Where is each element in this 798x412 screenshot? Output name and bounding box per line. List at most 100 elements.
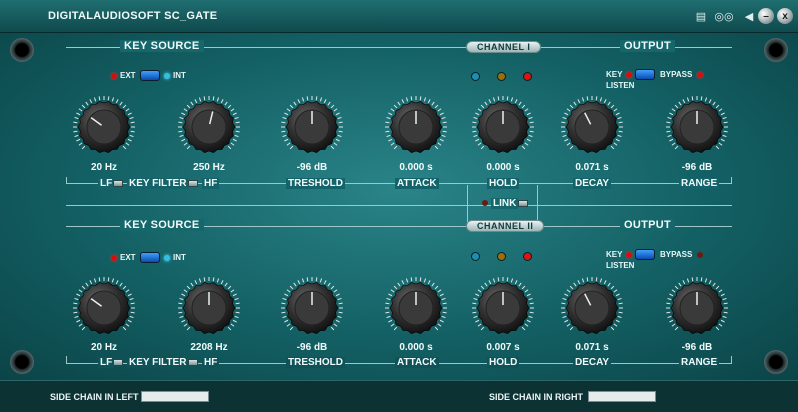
output-label: OUTPUT bbox=[620, 219, 676, 231]
bypass-label: BYPASS bbox=[660, 70, 693, 79]
gate-closed-led-icon bbox=[523, 72, 532, 81]
gate-panel: KEY SOURCE OUTPUT CHANNEL I EXT INT KEY … bbox=[0, 33, 798, 380]
treshold-label: TRESHOLD bbox=[286, 178, 345, 189]
hf-value: 250 Hz bbox=[193, 162, 225, 173]
app-title: DIGITALAUDIOSOFT SC_GATE bbox=[48, 10, 218, 22]
int-label: INT bbox=[173, 253, 186, 262]
output-label: OUTPUT bbox=[620, 40, 676, 52]
gate-closed-led-icon bbox=[523, 252, 532, 261]
range-knob[interactable] bbox=[665, 95, 729, 159]
lf-filter-switch[interactable] bbox=[113, 180, 123, 187]
lf-label: LF bbox=[98, 357, 115, 368]
hold-value: 0.000 s bbox=[486, 162, 520, 173]
int-led-icon bbox=[164, 255, 170, 261]
key-listen-led-icon bbox=[626, 72, 632, 78]
close-icon[interactable]: x bbox=[777, 8, 793, 24]
hf-label: HF bbox=[202, 178, 220, 189]
gate-hold-led-icon bbox=[497, 72, 506, 81]
key-label: KEY bbox=[606, 70, 623, 79]
attack-value: 0.000 s bbox=[399, 162, 433, 173]
key-source-label: KEY SOURCE bbox=[120, 40, 204, 52]
hf-label: HF bbox=[202, 357, 220, 368]
gate-hold-led-icon bbox=[497, 252, 506, 261]
lf-knob[interactable] bbox=[72, 95, 136, 159]
hold-knob[interactable] bbox=[471, 95, 535, 159]
lf-value: 20 Hz bbox=[90, 342, 118, 353]
presets-icon[interactable]: ▤ bbox=[693, 8, 709, 24]
key-filter-label: KEY FILTER bbox=[127, 178, 189, 189]
screw-icon bbox=[10, 38, 34, 62]
link-led-icon bbox=[482, 200, 488, 206]
hf-filter-switch[interactable] bbox=[188, 180, 198, 187]
key-source-switch[interactable] bbox=[140, 252, 160, 263]
range-label: RANGE bbox=[679, 178, 720, 189]
bypass-label: BYPASS bbox=[660, 250, 693, 259]
ab-compare-icon[interactable]: ◎◎ bbox=[712, 8, 736, 24]
side-chain-right-label: SIDE CHAIN IN RIGHT bbox=[489, 392, 584, 402]
treshold-knob[interactable] bbox=[280, 95, 344, 159]
gate-open-led-icon bbox=[471, 252, 480, 261]
hf-knob[interactable] bbox=[177, 95, 241, 159]
link-label: LINK bbox=[491, 198, 519, 209]
key-listen-led-icon bbox=[626, 252, 632, 258]
key-source-label: KEY SOURCE bbox=[120, 219, 204, 231]
speaker-icon[interactable]: ◀ bbox=[741, 8, 757, 24]
gate-open-led-icon bbox=[471, 72, 480, 81]
channel-badge: CHANNEL II bbox=[466, 220, 545, 232]
key-listen-bypass-switch[interactable] bbox=[635, 69, 655, 80]
int-led-icon bbox=[164, 73, 170, 79]
link-switch[interactable] bbox=[518, 200, 528, 207]
treshold-knob[interactable] bbox=[280, 276, 344, 340]
lf-knob[interactable] bbox=[72, 276, 136, 340]
attack-label: ATTACK bbox=[395, 178, 439, 189]
treshold-label: TRESHOLD bbox=[286, 357, 345, 368]
listen-label: LISTEN bbox=[606, 261, 635, 270]
decay-knob[interactable] bbox=[560, 276, 624, 340]
hf-knob[interactable] bbox=[177, 276, 241, 340]
side-chain-right-field[interactable] bbox=[588, 391, 656, 402]
hold-value: 0.007 s bbox=[486, 342, 520, 353]
side-chain-left-label: SIDE CHAIN IN LEFT bbox=[50, 392, 139, 402]
int-label: INT bbox=[173, 71, 186, 80]
hold-knob[interactable] bbox=[471, 276, 535, 340]
ext-label: EXT bbox=[120, 71, 136, 80]
range-label: RANGE bbox=[679, 357, 720, 368]
decay-value: 0.071 s bbox=[575, 342, 609, 353]
decay-label: DECAY bbox=[573, 178, 612, 189]
side-chain-left-field[interactable] bbox=[141, 391, 209, 402]
bypass-led-icon bbox=[697, 72, 703, 78]
decay-value: 0.071 s bbox=[575, 162, 609, 173]
bypass-led-icon bbox=[697, 252, 703, 258]
attack-value: 0.000 s bbox=[399, 342, 433, 353]
ext-led-icon bbox=[111, 73, 117, 79]
hf-value: 2208 Hz bbox=[190, 342, 228, 353]
range-value: -96 dB bbox=[681, 162, 713, 173]
attack-label: ATTACK bbox=[395, 357, 439, 368]
side-chain-bar: SIDE CHAIN IN LEFT SIDE CHAIN IN RIGHT bbox=[0, 380, 798, 412]
title-bar: DIGITALAUDIOSOFT SC_GATE ▤ ◎◎ ◀ – x bbox=[0, 0, 798, 33]
screw-icon bbox=[764, 350, 788, 374]
channel-badge: CHANNEL I bbox=[466, 41, 542, 53]
key-listen-bypass-switch[interactable] bbox=[635, 249, 655, 260]
lf-label: LF bbox=[98, 178, 115, 189]
screw-icon bbox=[10, 350, 34, 374]
key-label: KEY bbox=[606, 250, 623, 259]
decay-knob[interactable] bbox=[560, 95, 624, 159]
treshold-value: -96 dB bbox=[296, 342, 328, 353]
range-knob[interactable] bbox=[665, 276, 729, 340]
attack-knob[interactable] bbox=[384, 276, 448, 340]
attack-knob[interactable] bbox=[384, 95, 448, 159]
key-filter-label: KEY FILTER bbox=[127, 357, 189, 368]
ext-led-icon bbox=[111, 255, 117, 261]
range-value: -96 dB bbox=[681, 342, 713, 353]
minimize-icon[interactable]: – bbox=[758, 8, 774, 24]
hf-filter-switch[interactable] bbox=[188, 359, 198, 366]
hold-label: HOLD bbox=[487, 178, 520, 189]
screw-icon bbox=[764, 38, 788, 62]
listen-label: LISTEN bbox=[606, 81, 635, 90]
lf-value: 20 Hz bbox=[90, 162, 118, 173]
treshold-value: -96 dB bbox=[296, 162, 328, 173]
lf-filter-switch[interactable] bbox=[113, 359, 123, 366]
hold-label: HOLD bbox=[487, 357, 520, 368]
key-source-switch[interactable] bbox=[140, 70, 160, 81]
